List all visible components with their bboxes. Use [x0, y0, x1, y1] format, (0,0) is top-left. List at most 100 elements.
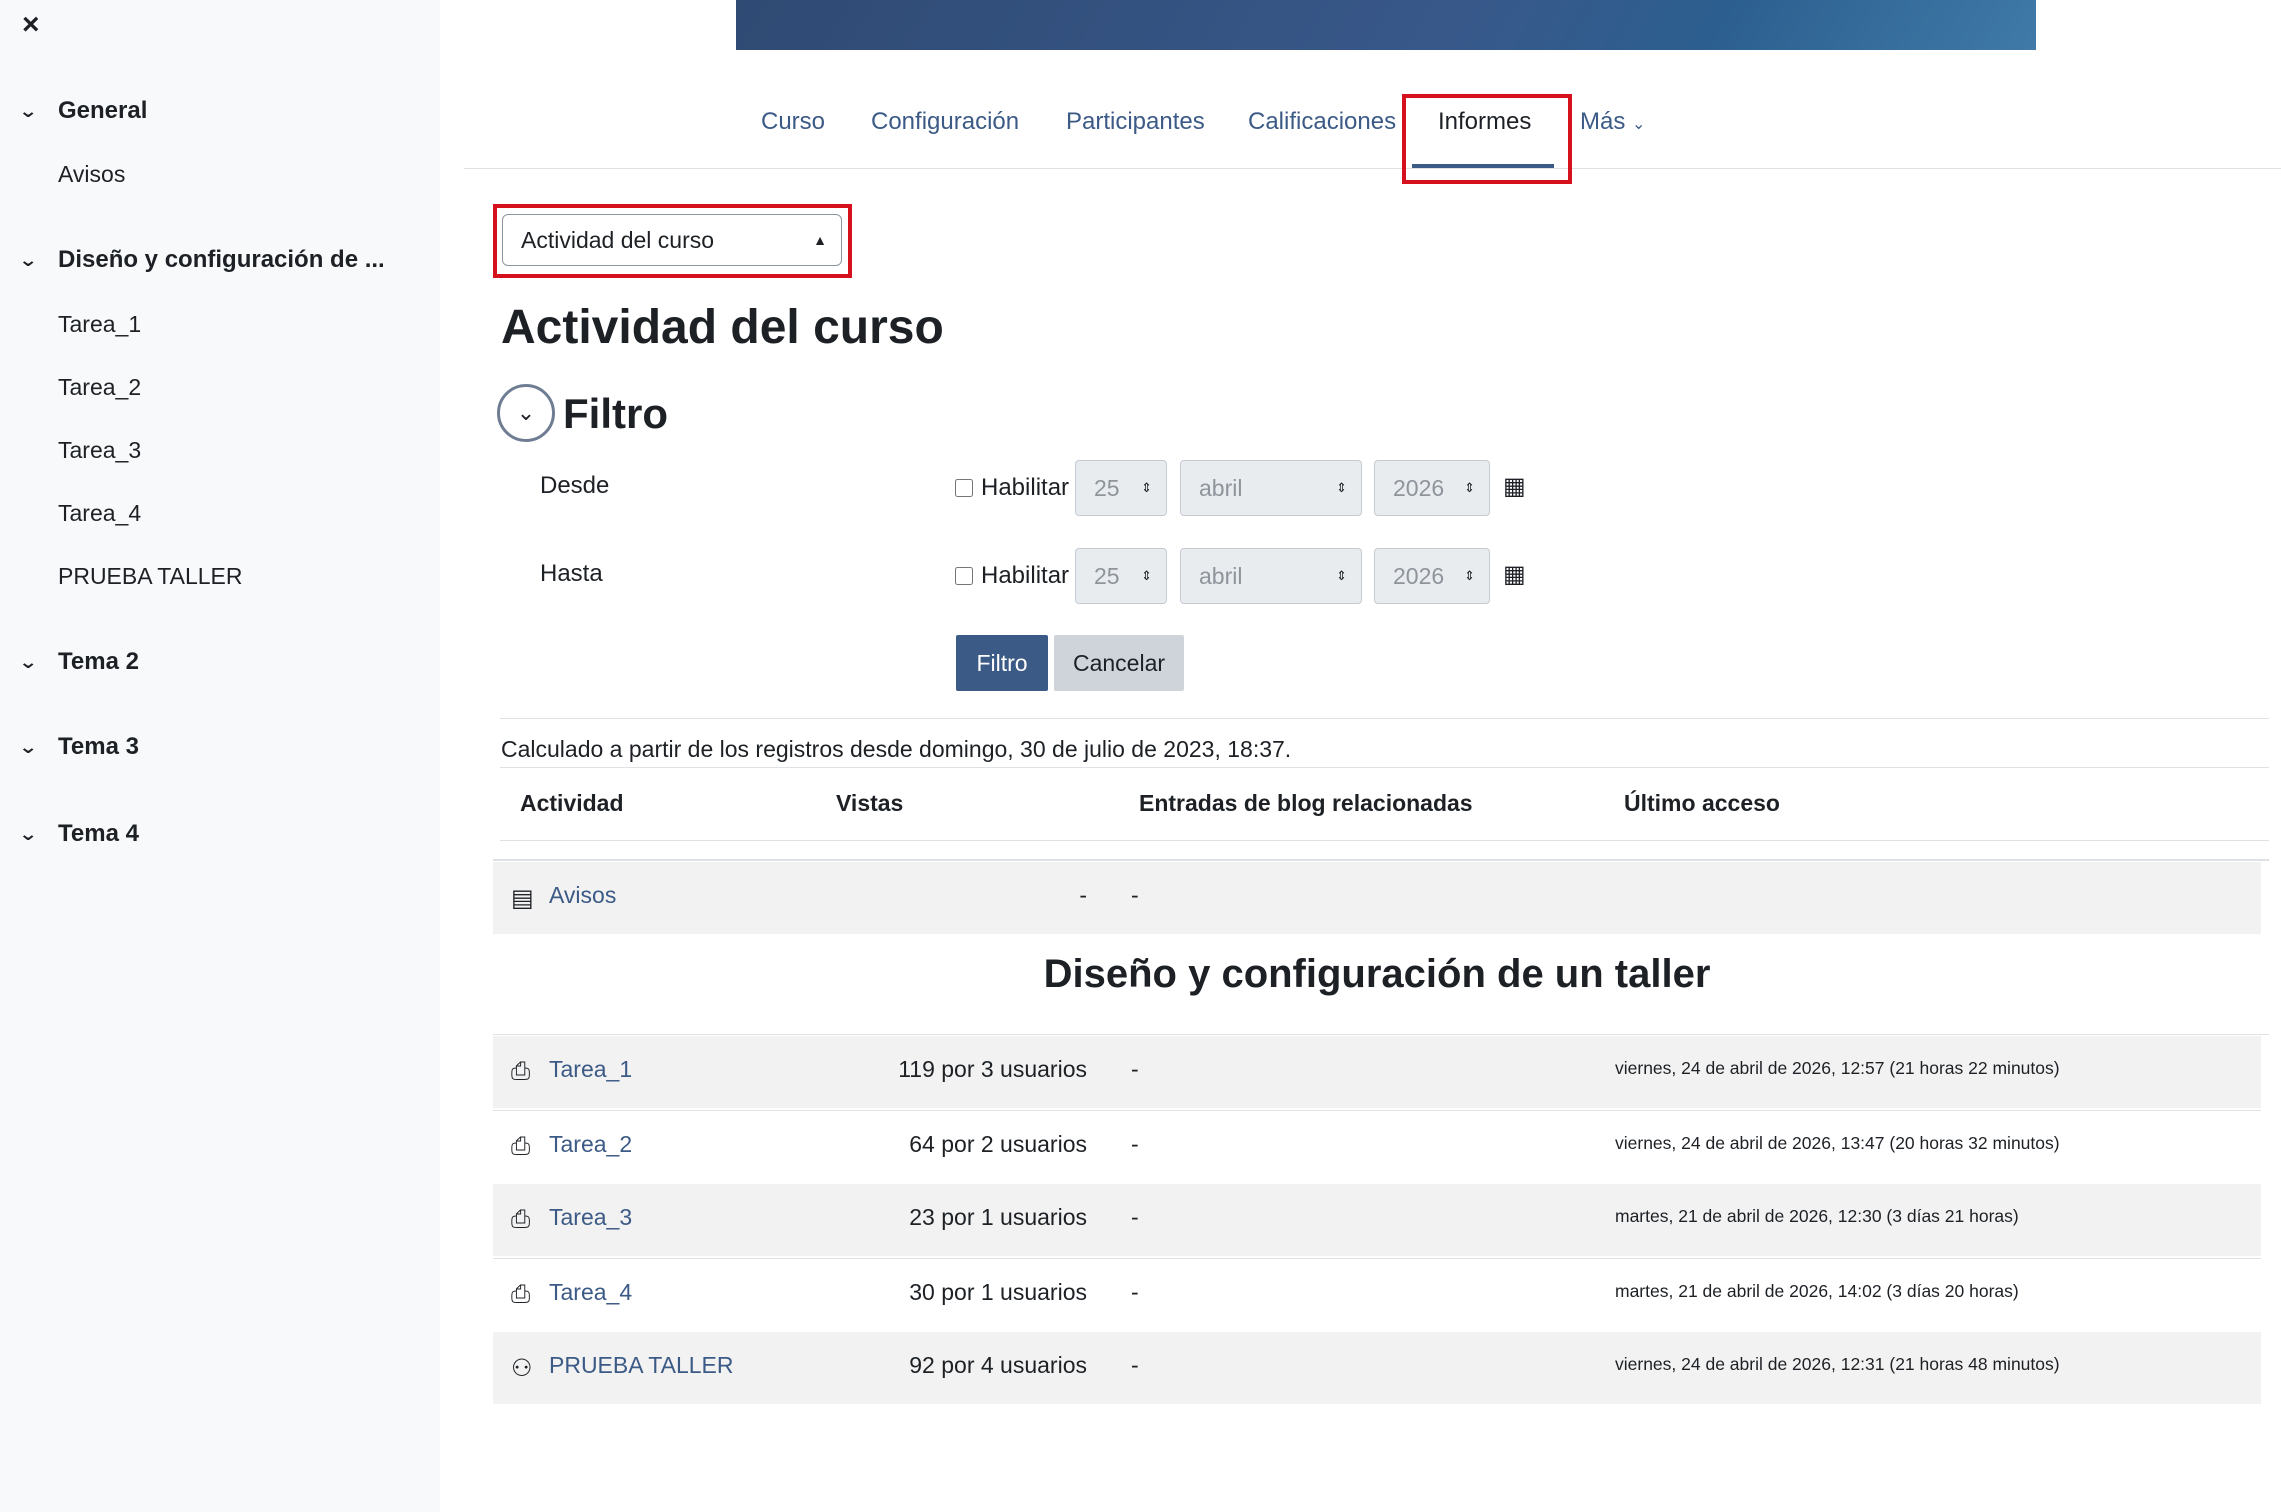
section-tema-4[interactable]: ⌄ Tema 4 — [18, 820, 139, 848]
chevron-down-icon: ⌄ — [18, 736, 39, 757]
chevron-down-icon: ⌄ — [18, 823, 39, 844]
views-cell: - — [1079, 882, 1087, 908]
table-row: ⎙ Tarea_4 30 por 1 usuarios - martes, 21… — [493, 1258, 2261, 1331]
blog-cell: - — [1131, 1056, 1139, 1082]
table-row: ▤ Avisos - - — [493, 862, 2261, 934]
divider — [493, 1034, 2269, 1035]
divider — [500, 840, 2269, 841]
table-row: ⚇ PRUEBA TALLER 92 por 4 usuarios - vier… — [493, 1332, 2261, 1404]
calendar-icon[interactable]: ▦ — [1503, 560, 1526, 589]
highlight-box-informes — [1402, 94, 1572, 184]
blog-cell: - — [1131, 1279, 1139, 1305]
tab-curso[interactable]: Curso — [761, 108, 825, 136]
section-heading: Diseño y configuración de un taller — [1043, 952, 1711, 996]
section-title: Tema 2 — [58, 648, 139, 675]
to-day-select[interactable]: 25 ⇕ — [1075, 548, 1167, 604]
chevron-down-icon: ⌄ — [1632, 116, 1646, 133]
assignment-icon: ⎙ — [511, 1206, 531, 1233]
assignment-icon: ⎙ — [511, 1058, 531, 1085]
sort-arrows-icon: ⇕ — [1464, 568, 1475, 583]
last-access-cell: viernes, 24 de abril de 2026, 13:47 (20 … — [1615, 1133, 2060, 1153]
table-row: ⎙ Tarea_3 23 por 1 usuarios - martes, 21… — [493, 1184, 2261, 1256]
section-title: Tema 4 — [58, 820, 139, 847]
column-header-blog: Entradas de blog relacionadas — [1139, 790, 1473, 816]
sidebar-item-tarea-2[interactable]: Tarea_2 — [58, 374, 141, 401]
last-access-cell: viernes, 24 de abril de 2026, 12:31 (21 … — [1615, 1354, 2060, 1374]
year-value: 2026 — [1393, 475, 1445, 501]
divider — [500, 767, 2269, 768]
blog-cell: - — [1131, 1131, 1139, 1157]
sidebar-item-tarea-3[interactable]: Tarea_3 — [58, 437, 141, 464]
blog-cell: - — [1131, 882, 1139, 908]
activity-link[interactable]: Tarea_4 — [549, 1279, 632, 1306]
enable-label: Habilitar — [981, 474, 1070, 501]
year-value: 2026 — [1393, 563, 1445, 589]
sort-arrows-icon: ⇕ — [1141, 568, 1152, 583]
chevron-down-icon: ⌄ — [18, 100, 39, 121]
tab-participantes[interactable]: Participantes — [1066, 108, 1205, 136]
to-year-select[interactable]: 2026 ⇕ — [1374, 548, 1490, 604]
close-icon[interactable]: × — [22, 8, 40, 42]
blog-cell: - — [1131, 1352, 1139, 1378]
tabs-divider — [464, 168, 2281, 169]
tab-mas[interactable]: Más ⌄ — [1580, 108, 1645, 136]
sort-arrows-icon: ⇕ — [1336, 568, 1347, 583]
workshop-icon: ⚇ — [511, 1355, 533, 1382]
enable-label: Habilitar — [981, 562, 1070, 589]
column-header-actividad: Actividad — [520, 790, 624, 816]
highlight-box-select — [493, 204, 852, 278]
sidebar-item-tarea-1[interactable]: Tarea_1 — [58, 311, 141, 338]
activity-link[interactable]: Tarea_3 — [549, 1204, 632, 1231]
to-month-select[interactable]: abril ⇕ — [1180, 548, 1362, 604]
from-month-select[interactable]: abril ⇕ — [1180, 460, 1362, 516]
calculated-note: Calculado a partir de los registros desd… — [501, 736, 1292, 762]
sidebar-item-tarea-4[interactable]: Tarea_4 — [58, 500, 141, 527]
to-enable-checkbox[interactable]: Habilitar — [955, 562, 1069, 590]
cancel-button[interactable]: Cancelar — [1054, 635, 1184, 691]
sort-arrows-icon: ⇕ — [1141, 480, 1152, 495]
views-cell: 23 por 1 usuarios — [909, 1204, 1087, 1230]
divider — [500, 718, 2269, 719]
from-day-select[interactable]: 25 ⇕ — [1075, 460, 1167, 516]
filter-button[interactable]: Filtro — [956, 635, 1048, 691]
views-cell: 119 por 3 usuarios — [898, 1056, 1087, 1082]
views-cell: 92 por 4 usuarios — [909, 1352, 1087, 1378]
section-title: Diseño y configuración de ... — [58, 246, 385, 273]
activity-link[interactable]: PRUEBA TALLER — [549, 1352, 734, 1379]
last-access-cell: martes, 21 de abril de 2026, 14:02 (3 dí… — [1615, 1281, 2019, 1301]
from-enable-checkbox[interactable]: Habilitar — [955, 474, 1069, 502]
column-header-ultimo-acceso: Último acceso — [1624, 790, 1780, 816]
views-cell: 64 por 2 usuarios — [909, 1131, 1087, 1157]
blog-cell: - — [1131, 1204, 1139, 1230]
section-tema-2[interactable]: ⌄ Tema 2 — [18, 648, 139, 676]
table-row: ⎙ Tarea_2 64 por 2 usuarios - viernes, 2… — [493, 1110, 2261, 1183]
activity-link[interactable]: Avisos — [549, 882, 616, 909]
section-diseno[interactable]: ⌄ Diseño y configuración de ... — [18, 246, 385, 274]
to-enable-input[interactable] — [955, 567, 973, 585]
last-access-cell: martes, 21 de abril de 2026, 12:30 (3 dí… — [1615, 1206, 2019, 1226]
from-year-select[interactable]: 2026 ⇕ — [1374, 460, 1490, 516]
section-tema-3[interactable]: ⌄ Tema 3 — [18, 733, 139, 761]
sidebar-item-prueba-taller[interactable]: PRUEBA TALLER — [58, 563, 243, 590]
views-cell: 30 por 1 usuarios — [909, 1279, 1087, 1305]
calendar-icon[interactable]: ▦ — [1503, 472, 1526, 501]
day-value: 25 — [1094, 475, 1120, 501]
tab-configuracion[interactable]: Configuración — [871, 108, 1019, 136]
activity-link[interactable]: Tarea_1 — [549, 1056, 632, 1083]
collapse-filter-icon[interactable]: ⌄ — [497, 384, 555, 442]
table-row: ⎙ Tarea_1 119 por 3 usuarios - viernes, … — [493, 1036, 2261, 1108]
last-access-cell: viernes, 24 de abril de 2026, 12:57 (21 … — [1615, 1058, 2060, 1078]
tab-calificaciones[interactable]: Calificaciones — [1248, 108, 1396, 136]
forum-icon: ▤ — [511, 885, 534, 912]
course-header-image — [736, 0, 2036, 50]
section-title: General — [58, 97, 148, 124]
section-title: Tema 3 — [58, 733, 139, 760]
filter-heading: Filtro — [563, 390, 668, 437]
sidebar-item-avisos[interactable]: Avisos — [58, 161, 125, 188]
from-enable-input[interactable] — [955, 479, 973, 497]
sort-arrows-icon: ⇕ — [1464, 480, 1475, 495]
day-value: 25 — [1094, 563, 1120, 589]
section-general[interactable]: ⌄ General — [18, 97, 148, 125]
month-value: abril — [1199, 563, 1243, 589]
activity-link[interactable]: Tarea_2 — [549, 1131, 632, 1158]
